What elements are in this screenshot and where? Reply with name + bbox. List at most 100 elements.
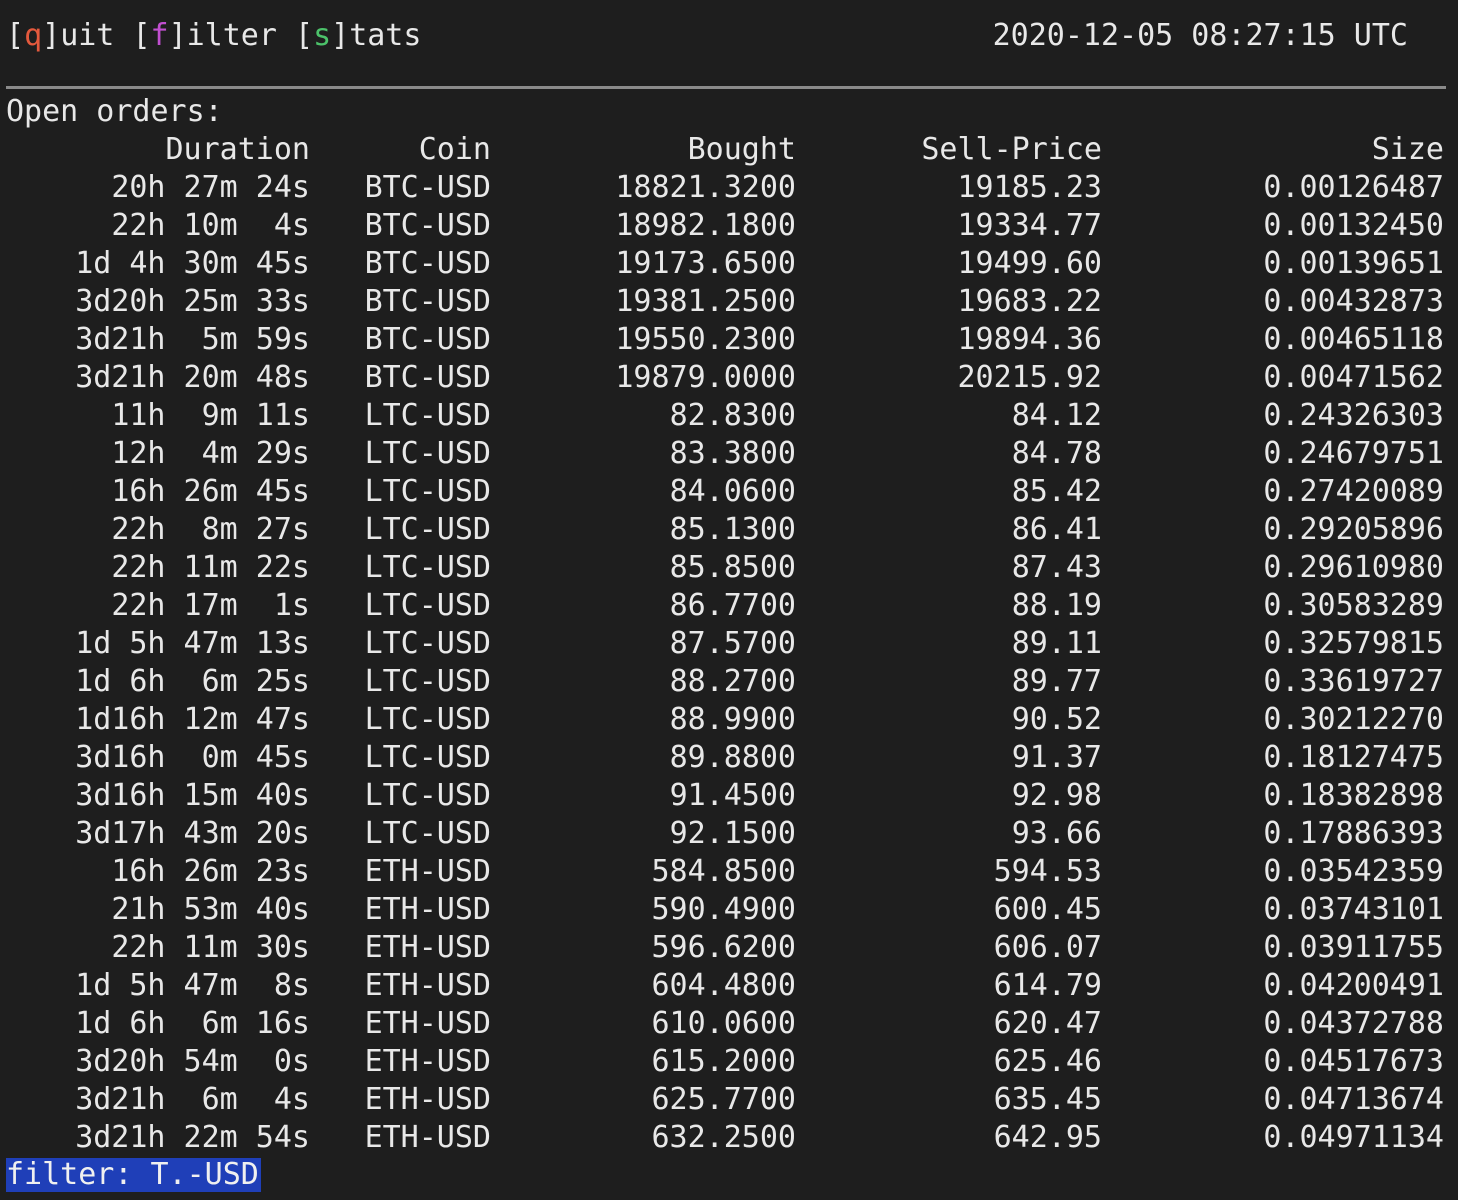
sell-price-cell: 635.45 bbox=[993, 1082, 1102, 1117]
bought-cell: 615.2000 bbox=[651, 1044, 797, 1079]
coin-cell: ETH-USD bbox=[364, 968, 491, 1003]
table-row: 1d 6h 6m 16s ETH-USD 610.0600 620.47 0.04372… bbox=[0, 1005, 1458, 1043]
size-cell: 0.17886393 bbox=[1263, 816, 1444, 851]
coin-cell: ETH-USD bbox=[364, 1006, 491, 1041]
sell-price-cell: 92.98 bbox=[1011, 778, 1102, 813]
duration-cell: 12h 4m 29s bbox=[111, 436, 310, 471]
table-row: 3d21h 20m 48s BTC-USD 19879.0000 20215.92 0.… bbox=[0, 359, 1458, 397]
duration-cell: 1d 6h 6m 25s bbox=[75, 664, 310, 699]
size-cell: 0.00471562 bbox=[1263, 360, 1444, 395]
bought-cell: 604.4800 bbox=[651, 968, 797, 1003]
bought-cell: 584.8500 bbox=[651, 854, 797, 889]
bought-cell: 18982.1800 bbox=[615, 208, 796, 243]
quit-hotkey[interactable]: [q]uit bbox=[6, 18, 114, 53]
filter-hotkey[interactable]: [f]ilter bbox=[132, 18, 277, 53]
duration-cell: 3d20h 54m 0s bbox=[75, 1044, 310, 1079]
bought-cell: 88.9900 bbox=[669, 702, 796, 737]
size-cell: 0.29205896 bbox=[1263, 512, 1444, 547]
coin-cell: ETH-USD bbox=[364, 1044, 491, 1079]
duration-cell: 3d16h 0m 45s bbox=[75, 740, 310, 775]
coin-cell: ETH-USD bbox=[364, 892, 491, 927]
sell-price-cell: 19334.77 bbox=[957, 208, 1103, 243]
size-cell: 0.24679751 bbox=[1263, 436, 1444, 471]
table-row: 22h 11m 30s ETH-USD 596.6200 606.07 0.039117… bbox=[0, 929, 1458, 967]
sell-price-cell: 594.53 bbox=[993, 854, 1102, 889]
sell-price-cell: 90.52 bbox=[1011, 702, 1102, 737]
size-cell: 0.03743101 bbox=[1263, 892, 1444, 927]
coin-cell: LTC-USD bbox=[364, 474, 491, 509]
table-row: 3d20h 54m 0s ETH-USD 615.2000 625.46 0.04517… bbox=[0, 1043, 1458, 1081]
duration-cell: 3d21h 6m 4s bbox=[75, 1082, 310, 1117]
bought-cell: 85.8500 bbox=[669, 550, 796, 585]
size-cell: 0.24326303 bbox=[1263, 398, 1444, 433]
bought-cell: 83.3800 bbox=[669, 436, 796, 471]
stats-open-bracket: [ bbox=[295, 18, 314, 53]
coin-cell: BTC-USD bbox=[364, 170, 491, 205]
table-row: 3d21h 6m 4s ETH-USD 625.7700 635.45 0.047136… bbox=[0, 1081, 1458, 1119]
bought-cell: 625.7700 bbox=[651, 1082, 797, 1117]
bought-cell: 89.8800 bbox=[669, 740, 796, 775]
size-cell: 0.04372788 bbox=[1263, 1006, 1444, 1041]
size-cell: 0.04713674 bbox=[1263, 1082, 1444, 1117]
bought-cell: 86.7700 bbox=[669, 588, 796, 623]
table-row: 16h 26m 23s ETH-USD 584.8500 594.53 0.035423… bbox=[0, 853, 1458, 891]
sell-price-cell: 19185.23 bbox=[957, 170, 1103, 205]
coin-cell: ETH-USD bbox=[364, 930, 491, 965]
hotkey-menu: [q]uit [f]ilter [s]tats bbox=[6, 17, 421, 55]
size-cell: 0.27420089 bbox=[1263, 474, 1444, 509]
filter-input[interactable]: filter: T.-USD bbox=[6, 1158, 261, 1192]
coin-cell: LTC-USD bbox=[364, 664, 491, 699]
sell-price-cell: 625.46 bbox=[993, 1044, 1102, 1079]
duration-cell: 1d 6h 6m 16s bbox=[75, 1006, 310, 1041]
table-row: 3d16h 15m 40s LTC-USD 91.4500 92.98 0.183828… bbox=[0, 777, 1458, 815]
sell-price-cell: 600.45 bbox=[993, 892, 1102, 927]
size-cell: 0.33619727 bbox=[1263, 664, 1444, 699]
sell-price-cell: 19683.22 bbox=[957, 284, 1103, 319]
table-row: 11h 9m 11s LTC-USD 82.8300 84.12 0.24326303 bbox=[0, 397, 1458, 435]
table-row: 20h 27m 24s BTC-USD 18821.3200 19185.23 0.00… bbox=[0, 169, 1458, 207]
coin-cell: BTC-USD bbox=[364, 360, 491, 395]
duration-cell: 3d17h 43m 20s bbox=[75, 816, 310, 851]
stats-label: tats bbox=[349, 18, 422, 53]
sell-price-cell: 606.07 bbox=[993, 930, 1102, 965]
size-cell: 0.32579815 bbox=[1263, 626, 1444, 661]
stats-key: s bbox=[313, 18, 332, 53]
stats-hotkey[interactable]: [s]tats bbox=[295, 18, 421, 53]
header-size: Size bbox=[1371, 132, 1444, 167]
header-sell-price: Sell-Price bbox=[921, 132, 1102, 167]
filter-open-bracket: [ bbox=[132, 18, 151, 53]
sell-price-cell: 19894.36 bbox=[957, 322, 1103, 357]
sell-price-cell: 620.47 bbox=[993, 1006, 1102, 1041]
coin-cell: LTC-USD bbox=[364, 816, 491, 851]
quit-label: uit bbox=[60, 18, 115, 53]
size-cell: 0.03911755 bbox=[1263, 930, 1444, 965]
table-row: 3d21h 5m 59s BTC-USD 19550.2300 19894.36 0.0… bbox=[0, 321, 1458, 359]
bought-cell: 19173.6500 bbox=[615, 246, 796, 281]
bought-cell: 632.2500 bbox=[651, 1120, 797, 1155]
quit-open-bracket: [ bbox=[6, 18, 25, 53]
table-row: 21h 53m 40s ETH-USD 590.4900 600.45 0.037431… bbox=[0, 891, 1458, 929]
size-cell: 0.00139651 bbox=[1263, 246, 1444, 281]
sell-price-cell: 89.77 bbox=[1011, 664, 1102, 699]
sell-price-cell: 88.19 bbox=[1011, 588, 1102, 623]
coin-cell: LTC-USD bbox=[364, 398, 491, 433]
size-cell: 0.30583289 bbox=[1263, 588, 1444, 623]
sell-price-cell: 19499.60 bbox=[957, 246, 1103, 281]
sell-price-cell: 89.11 bbox=[1011, 626, 1102, 661]
duration-cell: 3d21h 22m 54s bbox=[75, 1120, 310, 1155]
coin-cell: ETH-USD bbox=[364, 1120, 491, 1155]
table-row: 22h 11m 22s LTC-USD 85.8500 87.43 0.29610980 bbox=[0, 549, 1458, 587]
duration-cell: 1d 5h 47m 13s bbox=[75, 626, 310, 661]
bought-cell: 82.8300 bbox=[669, 398, 796, 433]
stats-close-bracket: ] bbox=[331, 18, 350, 53]
bought-cell: 92.1500 bbox=[669, 816, 796, 851]
coin-cell: LTC-USD bbox=[364, 512, 491, 547]
coin-cell: BTC-USD bbox=[364, 246, 491, 281]
quit-key: q bbox=[24, 18, 43, 53]
sell-price-cell: 84.78 bbox=[1011, 436, 1102, 471]
table-row: 16h 26m 45s LTC-USD 84.0600 85.42 0.27420089 bbox=[0, 473, 1458, 511]
size-cell: 0.03542359 bbox=[1263, 854, 1444, 889]
size-cell: 0.00465118 bbox=[1263, 322, 1444, 357]
size-cell: 0.04517673 bbox=[1263, 1044, 1444, 1079]
coin-cell: BTC-USD bbox=[364, 284, 491, 319]
